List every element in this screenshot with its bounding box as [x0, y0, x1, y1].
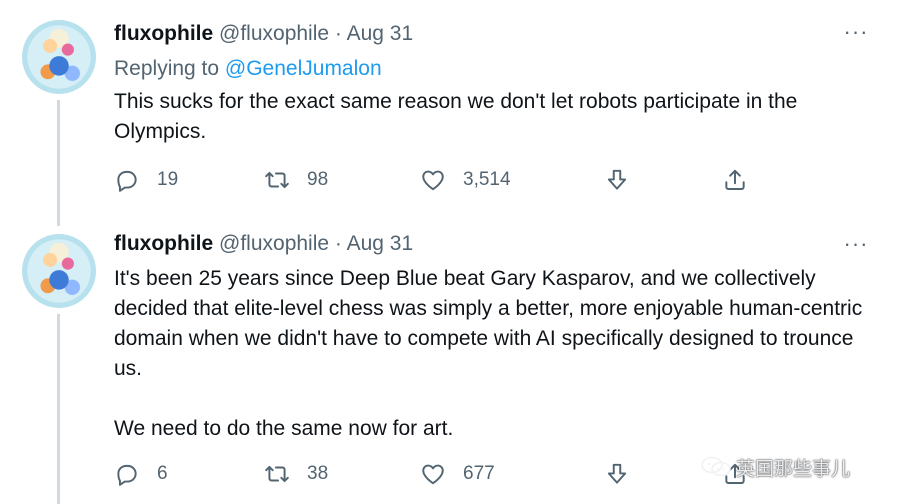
downvote-button[interactable] — [604, 164, 630, 196]
tweet-text: This sucks for the exact same reason we … — [114, 90, 798, 143]
reply-icon — [117, 170, 137, 192]
user-handle[interactable]: @fluxophile — [219, 232, 329, 255]
more-icon[interactable]: ··· — [843, 233, 869, 260]
user-handle[interactable]: @fluxophile — [219, 22, 329, 45]
wechat-icon — [701, 456, 731, 477]
share-button[interactable] — [722, 164, 748, 196]
reply-icon — [117, 464, 137, 486]
display-name[interactable]: fluxophile — [114, 22, 213, 45]
retweet-icon — [265, 465, 289, 483]
more-icon[interactable]: ··· — [843, 21, 869, 48]
like-count: 3,514 — [463, 169, 511, 190]
tweet-date[interactable]: Aug 31 — [347, 22, 414, 45]
separator: · — [334, 232, 342, 255]
display-name[interactable]: fluxophile — [114, 232, 213, 255]
retweet-button[interactable]: 38 — [264, 458, 328, 490]
retweet-count: 98 — [307, 169, 329, 190]
tweet-date[interactable]: Aug 31 — [347, 232, 414, 255]
watermark-text: 英国那些事儿 — [736, 457, 851, 480]
like-count: 677 — [463, 463, 495, 484]
tweet-header: fluxophile @fluxophile · Aug 31 — [114, 230, 413, 258]
separator: · — [334, 22, 342, 45]
watermark: 英国那些事儿 — [700, 455, 851, 480]
replying-prefix: Replying to — [114, 57, 220, 80]
replying-handle-link[interactable]: @GenelJumalon — [225, 57, 382, 80]
retweet-button[interactable]: 98 — [264, 164, 328, 196]
downvote-icon — [607, 169, 627, 190]
retweet-count: 38 — [307, 463, 329, 484]
like-button[interactable]: 677 — [420, 458, 495, 490]
thread-line — [57, 314, 60, 504]
tweet-text: It's been 25 years since Deep Blue beat … — [114, 267, 863, 440]
like-icon — [422, 170, 444, 191]
downvote-icon — [607, 463, 627, 484]
tweet-header: fluxophile @fluxophile · Aug 31 — [114, 20, 413, 48]
reply-button[interactable]: 19 — [114, 164, 178, 196]
downvote-button[interactable] — [604, 458, 630, 490]
retweet-icon — [265, 171, 289, 189]
like-button[interactable]: 3,514 — [420, 164, 511, 196]
replying-to: Replying to @GenelJumalon — [114, 55, 382, 83]
reply-count: 6 — [157, 463, 168, 484]
tweet-1[interactable]: fluxophile @fluxophile · Aug 31 ··· Repl… — [0, 0, 897, 226]
avatar[interactable] — [22, 234, 96, 308]
reply-count: 19 — [157, 169, 179, 190]
like-icon — [422, 464, 444, 485]
share-icon — [725, 169, 745, 190]
thread-line — [57, 100, 60, 226]
reply-button[interactable]: 6 — [114, 458, 168, 490]
avatar[interactable] — [22, 20, 96, 94]
